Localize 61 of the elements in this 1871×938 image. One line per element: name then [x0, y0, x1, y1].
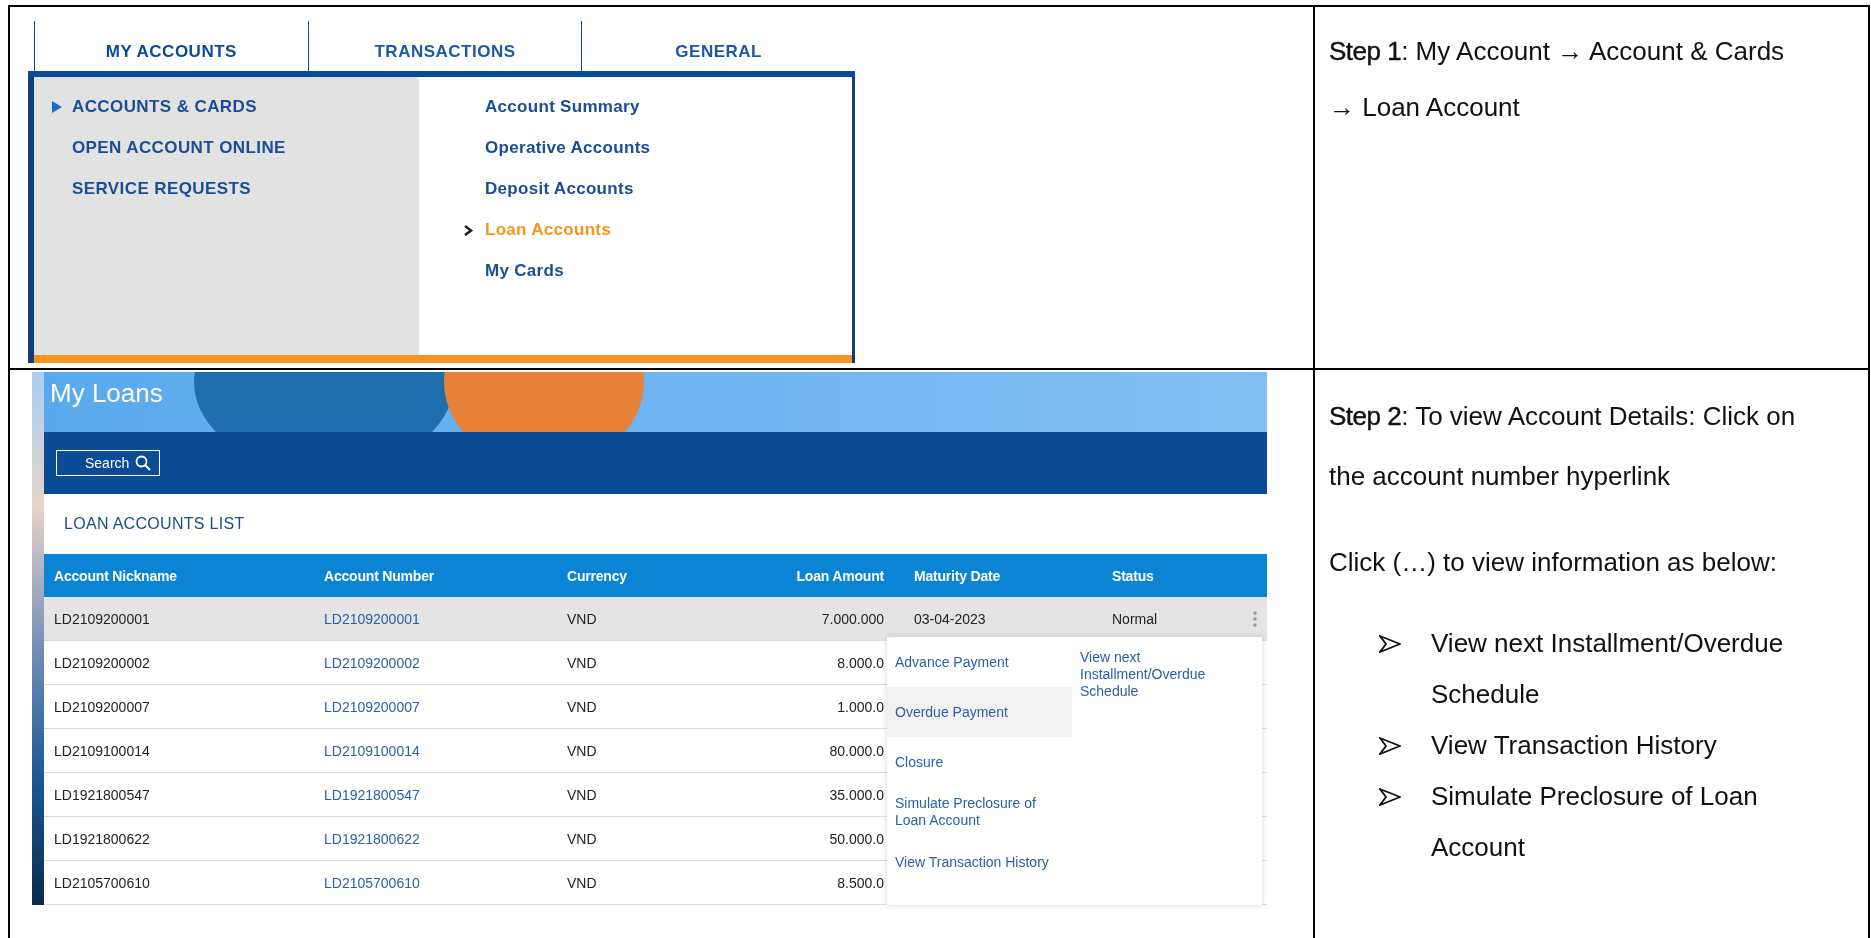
menu-option[interactable]: Overdue Payment — [887, 687, 1072, 737]
bullet-arrow-icon — [1379, 737, 1401, 755]
table-cell: VND — [567, 786, 597, 803]
menu-category[interactable]: ACCOUNTS & CARDS — [34, 89, 257, 130]
bullet-arrow-icon — [1379, 635, 1401, 653]
menu-item[interactable]: Operative Accounts — [419, 130, 651, 171]
table-cell: 03-04-2023 — [914, 610, 986, 627]
column-header: Loan Amount — [796, 567, 884, 584]
account-number-link[interactable]: LD2105700610 — [324, 874, 420, 891]
table-cell: LD2109200001 — [54, 610, 150, 627]
list-title: LOAN ACCOUNTS LIST — [64, 515, 245, 533]
column-header: Account Number — [324, 567, 434, 584]
table-cell: VND — [567, 742, 597, 759]
bullet-text: Simulate Preclosure of Loan Account — [1431, 780, 1759, 864]
bullet-text: View Transaction History — [1431, 729, 1717, 762]
account-number-link[interactable]: LD1921800547 — [324, 786, 420, 803]
table-cell: 8.500.0 — [837, 874, 884, 891]
column-header: Account Nickname — [54, 567, 177, 584]
table-cell: LD1921800622 — [54, 830, 150, 847]
table-cell: LD1921800547 — [54, 786, 150, 803]
step-text: Step 2: To view Account Details: Click on the account number hyperlink — [1329, 400, 1797, 493]
table-cell: LD2109100014 — [54, 742, 150, 759]
table-cell: LD2109200007 — [54, 698, 150, 715]
step-text: Step 1: My Account → Account & Cards → Loan Account — [1329, 35, 1786, 124]
more-icon[interactable] — [1252, 610, 1257, 627]
column-header: Currency — [567, 567, 627, 584]
menu-category[interactable]: SERVICE REQUESTS — [34, 171, 251, 212]
chevron-icon — [464, 224, 473, 236]
account-number-link[interactable]: LD1921800622 — [324, 830, 420, 847]
account-number-link[interactable]: LD2109200002 — [324, 654, 420, 671]
table-cell: LD2109200002 — [54, 654, 150, 671]
page-title: My Loans — [49, 377, 163, 409]
column-header: Status — [1112, 567, 1154, 584]
search-button[interactable]: Search — [56, 450, 161, 476]
table-cell: 1.000.0 — [837, 698, 884, 715]
account-number-link[interactable]: LD2109100014 — [324, 742, 420, 759]
table-cell: VND — [567, 830, 597, 847]
bullet-text: View next Installment/Overdue Schedule — [1431, 627, 1785, 711]
table-cell: 7.000.000 — [821, 610, 884, 627]
account-number-link[interactable]: LD2109200007 — [324, 698, 420, 715]
menu-category[interactable]: OPEN ACCOUNT ONLINE — [34, 130, 286, 171]
column-header: Maturity Date — [914, 567, 1001, 584]
menu-option[interactable]: Advance Payment — [887, 637, 1072, 687]
table-cell: 80.000.0 — [829, 742, 884, 759]
menu-item[interactable]: Deposit Accounts — [419, 171, 634, 212]
table-cell: LD2105700610 — [54, 874, 150, 891]
step-text: Click (…) to view information as below: — [1329, 546, 1778, 579]
table-cell: VND — [567, 610, 597, 627]
account-number-link[interactable]: LD2109200001 — [324, 610, 420, 627]
table-cell: VND — [567, 874, 597, 891]
table-cell: Normal — [1112, 610, 1158, 627]
table-cell: 50.000.0 — [829, 830, 884, 847]
bullet-arrow-icon — [1379, 788, 1401, 806]
table-cell: 8.000.0 — [837, 654, 884, 671]
menu-item[interactable]: Account Summary — [419, 89, 640, 130]
table-row[interactable]: LD2109200001 LD2109200001 VND 7.000.000 03-04-2023 Normal — [44, 597, 1267, 641]
table-cell: VND — [567, 698, 597, 715]
table-cell: VND — [567, 654, 597, 671]
table-cell: 35.000.0 — [829, 786, 884, 803]
menu-item[interactable]: My Cards — [419, 253, 564, 294]
search-icon — [135, 455, 152, 471]
